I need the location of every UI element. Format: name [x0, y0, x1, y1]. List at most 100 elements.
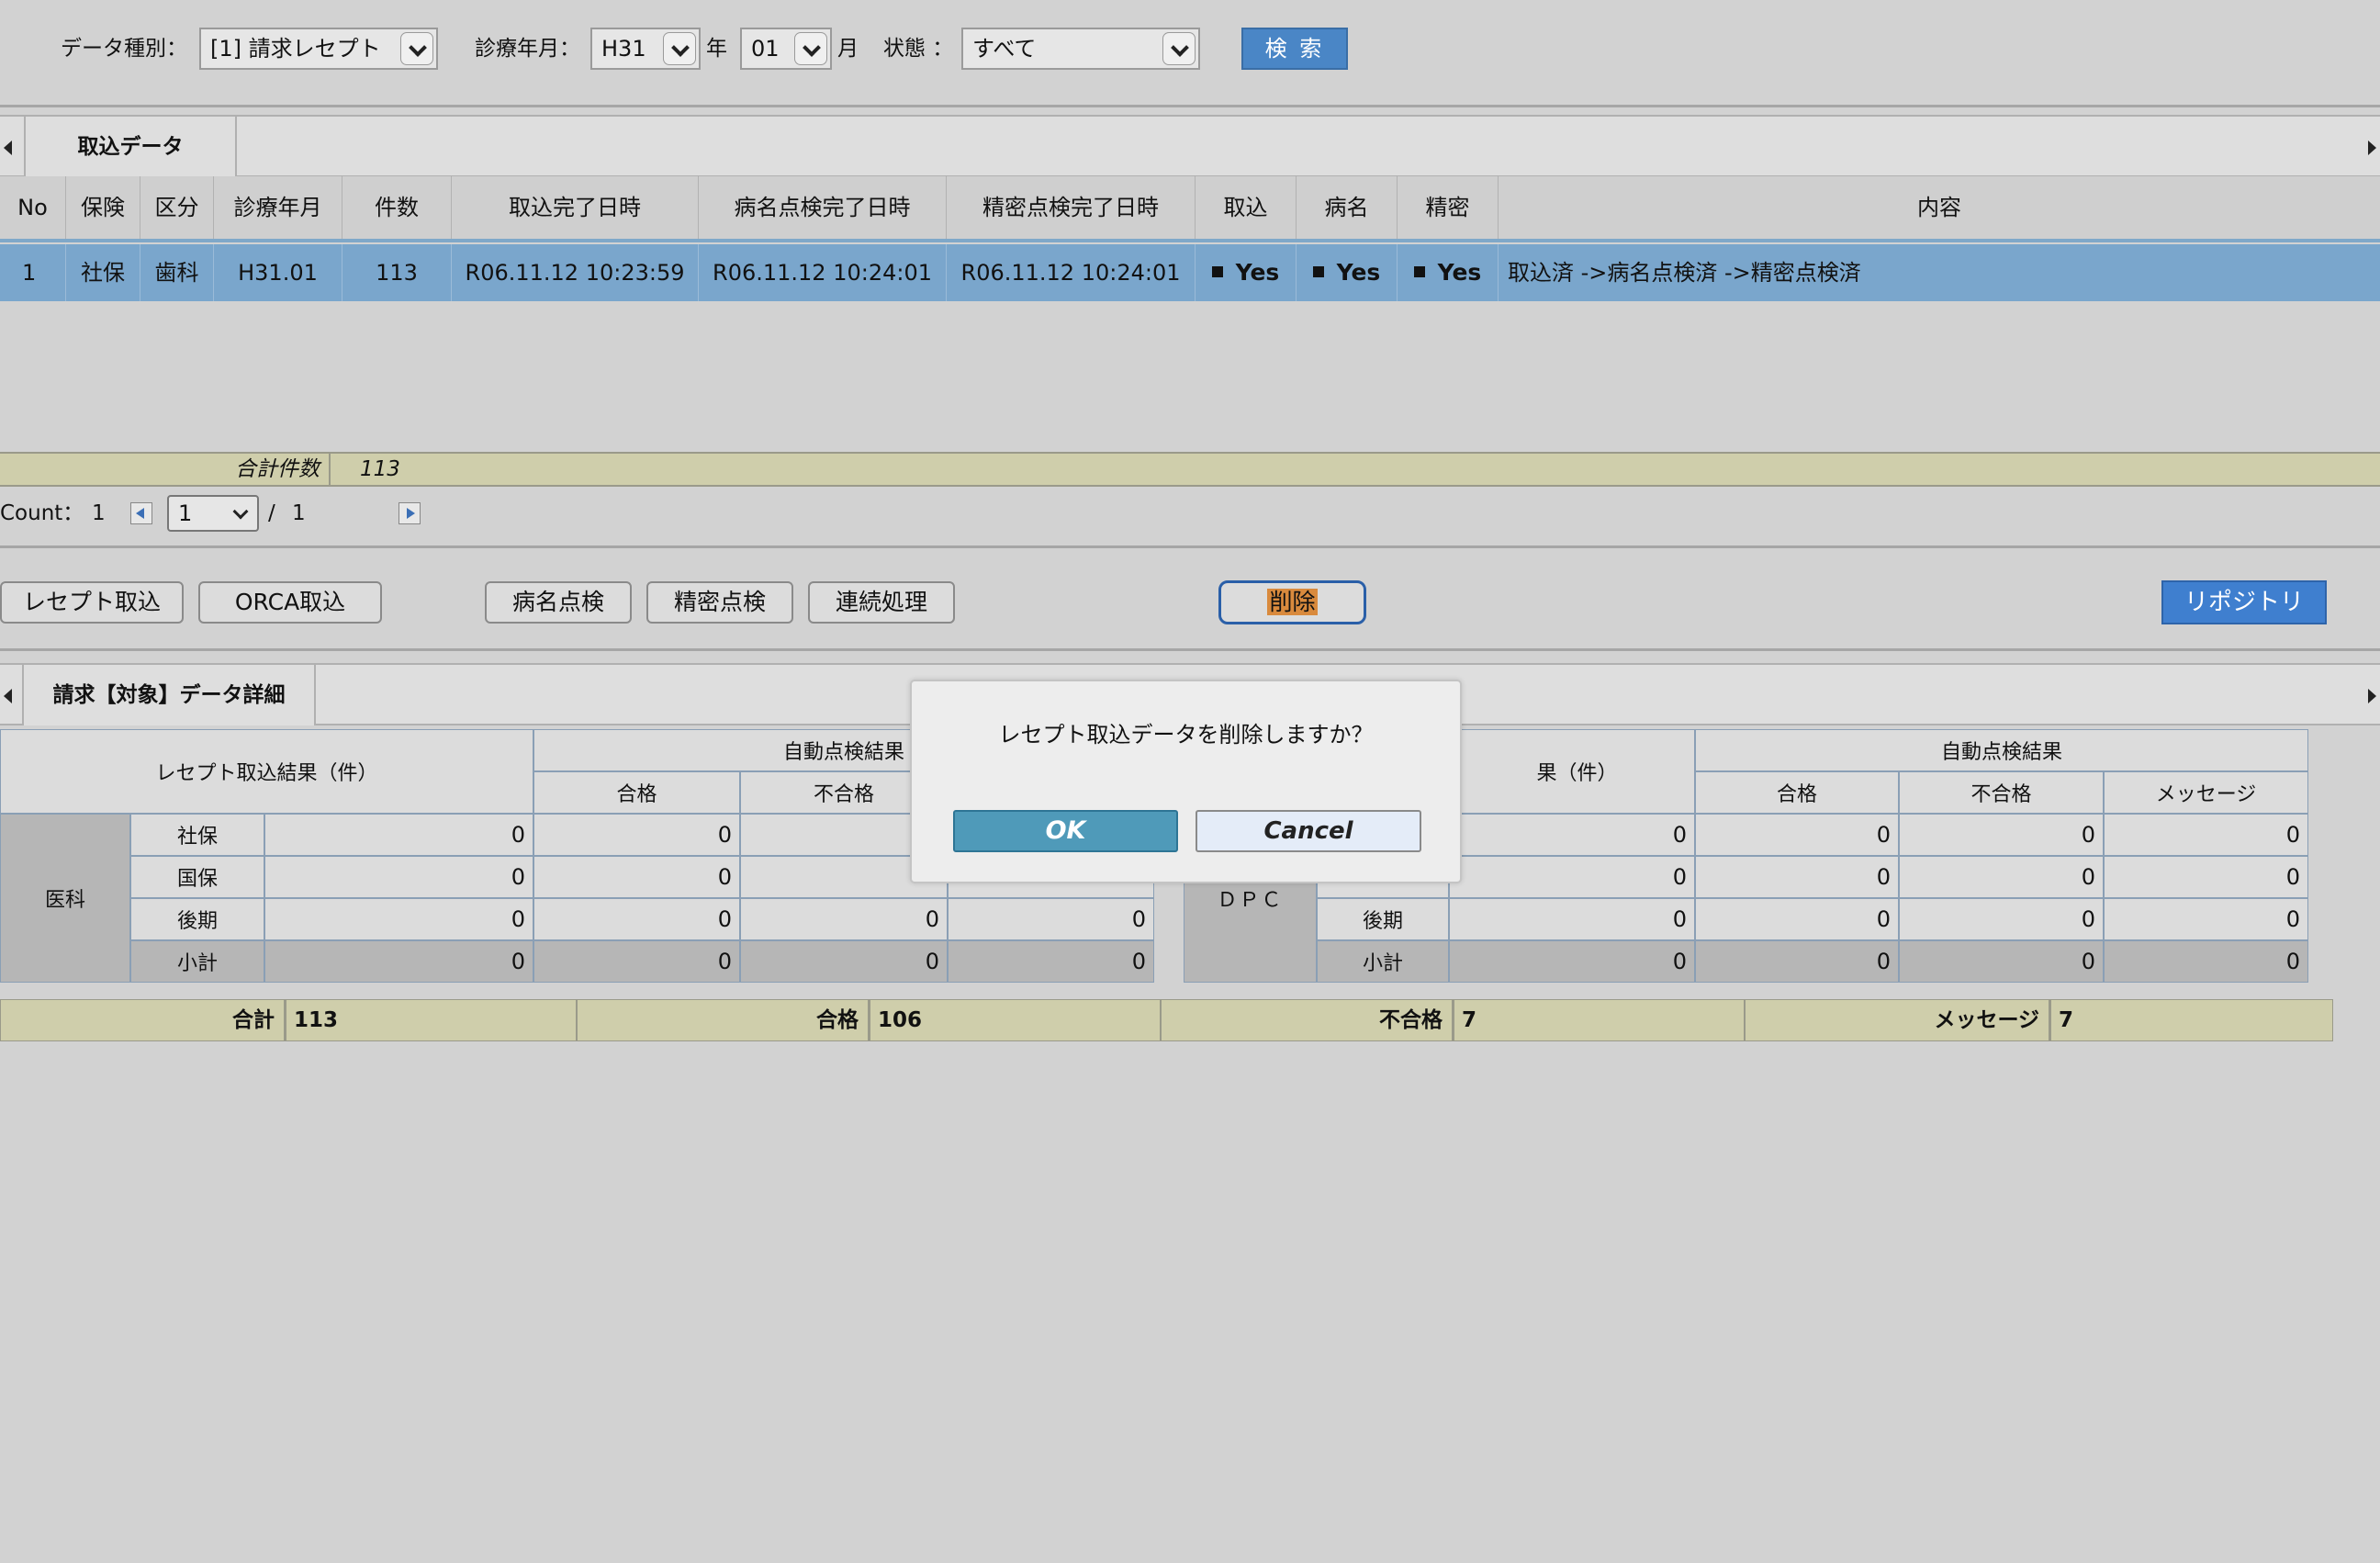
import-count: 0 — [264, 940, 533, 983]
page-value: 1 — [178, 500, 193, 526]
delete-button[interactable]: 削除 — [1218, 580, 1366, 624]
data-type-label: データ種別： — [61, 37, 187, 61]
receipt-import-button[interactable]: レセプト取込 — [0, 581, 184, 624]
col-precise-done[interactable]: 精密点検完了日時 — [947, 176, 1196, 239]
col-month[interactable]: 診療年月 — [214, 176, 342, 239]
summary-value: 113 — [360, 457, 400, 481]
ok-button[interactable]: OK — [953, 810, 1178, 852]
month-select[interactable]: 01 — [740, 28, 832, 70]
cell-no: 1 — [0, 244, 66, 301]
pass-count: 0 — [533, 856, 740, 898]
pass-count: 0 — [1695, 814, 1899, 856]
count-value: 1 — [92, 501, 106, 525]
repository-button[interactable]: リポジトリ — [2161, 580, 2327, 624]
month-label: 診療年月： — [475, 37, 580, 61]
precise-check-button[interactable]: 精密点検 — [646, 581, 793, 624]
page-select[interactable]: 1 — [167, 495, 259, 532]
row-label: 後期 — [1317, 898, 1449, 940]
message-count: 0 — [2104, 898, 2308, 940]
col-precise-flag[interactable]: 精密 — [1398, 176, 1499, 239]
cell-month: H31.01 — [214, 244, 342, 301]
pass-total-value: 106 — [870, 999, 1161, 1041]
message-header: メッセージ — [2104, 771, 2308, 814]
cell-disease-flag: Yes — [1297, 244, 1398, 301]
import-count: 0 — [264, 898, 533, 940]
pass-count: 0 — [1695, 940, 1899, 983]
tab-import-data[interactable]: 取込データ — [24, 115, 237, 177]
chevron-down-icon[interactable] — [794, 32, 827, 65]
summary-row: 合計件数 113 — [0, 452, 2380, 487]
tab-detail-data[interactable]: 請求【対象】データ詳細 — [22, 663, 316, 725]
scroll-right-icon[interactable] — [2368, 689, 2376, 703]
scroll-right-icon[interactable] — [2368, 141, 2376, 155]
data-type-select[interactable]: [1] 請求レセプト — [199, 28, 438, 70]
row-label: 後期 — [130, 898, 264, 940]
confirm-delete-dialog: レセプト取込データを削除しますか？ OK Cancel — [910, 680, 1462, 883]
dialog-message: レセプト取込データを削除しますか？ — [998, 722, 1374, 748]
import-count: 0 — [1449, 814, 1695, 856]
total-pages: 1 — [292, 501, 306, 525]
import-count: 0 — [264, 814, 533, 856]
pass-count: 0 — [1695, 898, 1899, 940]
col-content[interactable]: 内容 — [1499, 176, 2380, 239]
row-label-subtotal: 小計 — [1317, 940, 1449, 983]
status-select[interactable]: すべて — [961, 28, 1200, 70]
cell-count: 113 — [342, 244, 452, 301]
fail-count: 0 — [740, 940, 948, 983]
pass-header: 合格 — [1695, 771, 1899, 814]
pass-count: 0 — [533, 814, 740, 856]
fail-header: 不合格 — [1899, 771, 2104, 814]
chevron-down-icon[interactable] — [663, 32, 696, 65]
col-import-flag[interactable]: 取込 — [1196, 176, 1297, 239]
search-button[interactable]: 検 索 — [1241, 28, 1348, 70]
pass-count: 0 — [1695, 856, 1899, 898]
pass-count: 0 — [533, 898, 740, 940]
status-label: 状態 ： — [883, 37, 954, 61]
month-value: 01 — [751, 36, 780, 62]
scroll-left-icon[interactable] — [4, 689, 12, 703]
col-no[interactable]: No — [0, 176, 66, 239]
table-header: No 保険 区分 診療年月 件数 取込完了日時 病名点検完了日時 精密点検完了日… — [0, 176, 2380, 242]
disease-check-button[interactable]: 病名点検 — [485, 581, 632, 624]
era-select[interactable]: H31 — [590, 28, 701, 70]
col-disease-done[interactable]: 病名点検完了日時 — [699, 176, 947, 239]
cell-content: 取込済 ->病名点検済 ->精密点検済 — [1508, 260, 1861, 286]
message-count: 0 — [948, 898, 1154, 940]
continuous-process-button[interactable]: 連続処理 — [808, 581, 955, 624]
scroll-left-icon[interactable] — [4, 141, 12, 155]
col-category[interactable]: 区分 — [140, 176, 214, 239]
row-label: 国保 — [130, 856, 264, 898]
next-page-icon[interactable] — [399, 502, 421, 524]
fail-count: 0 — [1899, 814, 2104, 856]
col-insurance[interactable]: 保険 — [66, 176, 140, 239]
summary-label: 合計件数 — [0, 454, 331, 485]
chevron-down-icon[interactable] — [1162, 32, 1196, 65]
col-disease-flag[interactable]: 病名 — [1297, 176, 1398, 239]
col-count[interactable]: 件数 — [342, 176, 452, 239]
cancel-button[interactable]: Cancel — [1196, 810, 1421, 852]
data-type-value: [1] 請求レセプト — [210, 36, 381, 62]
month-suffix: 月 — [837, 37, 859, 61]
row-label-subtotal: 小計 — [130, 940, 264, 983]
chevron-down-icon[interactable] — [400, 32, 433, 65]
divider — [0, 545, 2380, 548]
table-row[interactable]: 1 社保 歯科 H31.01 113 R06.11.12 10:23:59 R0… — [0, 244, 2380, 301]
fail-total-label: 不合格 — [1161, 999, 1454, 1041]
cell-import-done: R06.11.12 10:23:59 — [452, 244, 699, 301]
cell-precise-flag: Yes — [1398, 244, 1499, 301]
import-count: 0 — [1449, 856, 1695, 898]
cell-precise-done: R06.11.12 10:24:01 — [947, 244, 1196, 301]
row-label: 社保 — [130, 814, 264, 856]
message-count: 0 — [948, 940, 1154, 983]
divider — [0, 105, 2380, 107]
import-tab-bar: 取込データ — [0, 115, 2380, 177]
status-value: すべて — [972, 36, 1037, 62]
import-count: 0 — [1449, 940, 1695, 983]
era-value: H31 — [601, 36, 646, 62]
orca-import-button[interactable]: ORCA取込 — [198, 581, 382, 624]
prev-page-icon[interactable] — [130, 502, 152, 524]
pass-count: 0 — [533, 940, 740, 983]
year-suffix: 年 — [706, 37, 727, 61]
col-import-done[interactable]: 取込完了日時 — [452, 176, 699, 239]
cell-import-flag: Yes — [1196, 244, 1297, 301]
